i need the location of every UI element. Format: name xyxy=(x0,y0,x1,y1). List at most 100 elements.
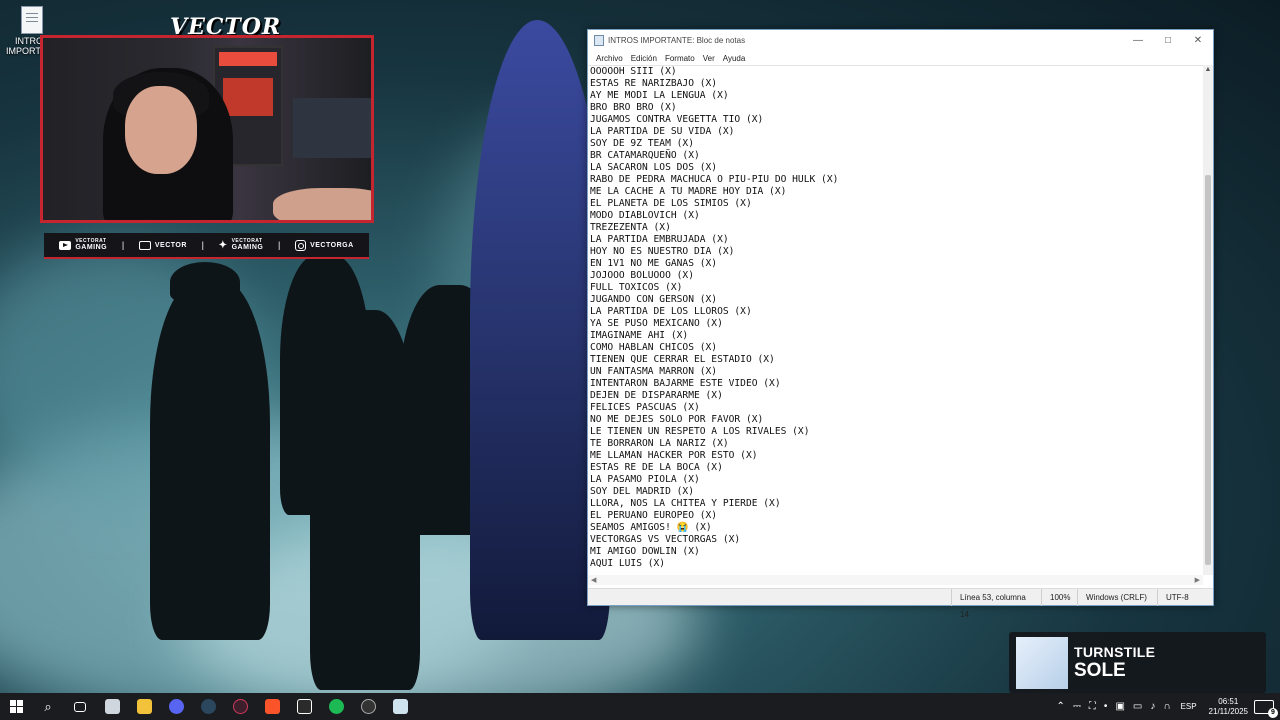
text-line: LA SACARON LOS DOS (X) xyxy=(590,162,718,173)
notepad-titlebar[interactable]: INTROS IMPORTANTE: Bloc de notas — □ ✕ xyxy=(588,30,1213,51)
taskbar-app-explorer[interactable] xyxy=(128,693,160,720)
text-line: BRO BRO BRO (X) xyxy=(590,102,677,113)
task-view-icon xyxy=(74,701,86,712)
taskbar: ⌕ ⌃ ⎓ ⛶ • ▣ ▭ ♪ ∩ ESP 06:51 21/11/2025 9 xyxy=(0,693,1280,720)
ubisoft-icon xyxy=(360,699,376,714)
network-icon[interactable]: ▭ xyxy=(1133,701,1142,712)
text-line: LA PASAMO PIOLA (X) xyxy=(590,474,700,485)
maximize-button[interactable]: □ xyxy=(1153,30,1183,51)
notification-center-button[interactable]: 9 xyxy=(1254,699,1278,718)
volume-mixer-icon[interactable]: ⛶ xyxy=(1089,701,1096,712)
text-line: SOY DE 9Z TEAM (X) xyxy=(590,138,694,149)
microphone-icon[interactable]: • xyxy=(1104,701,1108,712)
text-line: LE TIENEN UN RESPETO A LOS RIVALES (X) xyxy=(590,426,810,437)
text-line: FELICES PASCUAS (X) xyxy=(590,402,700,413)
language-indicator[interactable]: ESP xyxy=(1181,702,1197,711)
text-line: DEJEN DE DISPARARME (X) xyxy=(590,390,723,401)
social-instagram: VECTORGA xyxy=(295,239,354,251)
start-icon xyxy=(9,700,23,713)
text-line: IMAGINAME AHI (X) xyxy=(590,330,689,341)
album-art xyxy=(1016,636,1068,689)
spotify-icon xyxy=(328,699,344,714)
search-button[interactable]: ⌕ xyxy=(32,693,64,720)
taskbar-app-ubisoft[interactable] xyxy=(352,693,384,720)
text-line: LA PARTIDA DE LOS LLOROS (X) xyxy=(590,306,752,317)
webcam-frame xyxy=(40,35,374,223)
line-ending: Windows (CRLF) xyxy=(1077,588,1157,606)
text-line: BR CATAMARQUEÑO (X) xyxy=(590,150,700,161)
instagram-icon xyxy=(295,239,307,251)
text-line: VECTORGAS VS VECTORGAS (X) xyxy=(590,534,741,545)
folder-icon xyxy=(136,699,152,714)
menu-archivo[interactable]: Archivo xyxy=(596,54,623,63)
text-line: SOY DEL MADRID (X) xyxy=(590,486,694,497)
taskbar-app-discord[interactable] xyxy=(160,693,192,720)
scroll-thumb[interactable] xyxy=(1205,175,1211,565)
taskbar-app-epic[interactable] xyxy=(288,693,320,720)
now-playing-widget: TURNSTILE SOLE xyxy=(1009,632,1266,693)
text-line: JUGAMOS CONTRA VEGETTA TIO (X) xyxy=(590,114,764,125)
obs-icon xyxy=(232,699,248,714)
clock[interactable]: 06:51 21/11/2025 xyxy=(1209,697,1248,717)
usb-icon[interactable]: ⎓ xyxy=(1073,701,1081,712)
text-file-icon xyxy=(21,6,43,34)
menu-bar: Archivo Edición Formato Ver Ayuda xyxy=(588,51,1213,65)
notepad-window[interactable]: INTROS IMPORTANTE: Bloc de notas — □ ✕ A… xyxy=(587,29,1214,619)
taskbar-app-files[interactable] xyxy=(96,693,128,720)
menu-edicion[interactable]: Edición xyxy=(631,54,657,63)
text-line: JOJOOO BOLUOOO (X) xyxy=(590,270,694,281)
security-icon[interactable]: ▣ xyxy=(1115,701,1124,712)
social-twitter: ✦ VECTORAT GAMING xyxy=(218,238,264,252)
scroll-right-icon[interactable]: ▶ xyxy=(1195,576,1200,584)
menu-ver[interactable]: Ver xyxy=(703,54,715,63)
menu-formato[interactable]: Formato xyxy=(665,54,695,63)
text-line: SEAMOS AMIGOS! 😭 (X) xyxy=(590,522,712,533)
close-button[interactable]: ✕ xyxy=(1183,30,1213,51)
text-line: YA SE PUSO MEXICANO (X) xyxy=(590,318,723,329)
text-line: TIENEN QUE CERRAR EL ESTADIO (X) xyxy=(590,354,775,365)
menu-ayuda[interactable]: Ayuda xyxy=(723,54,746,63)
start-button[interactable] xyxy=(0,693,32,720)
horizontal-scrollbar[interactable]: ◀ ▶ xyxy=(588,575,1203,585)
taskbar-app-obs[interactable] xyxy=(224,693,256,720)
taskbar-app-spotify[interactable] xyxy=(320,693,352,720)
text-line: MI AMIGO DOWLIN (X) xyxy=(590,546,700,557)
text-line: ESTAS RE DE LA BOCA (X) xyxy=(590,462,723,473)
chevron-up-icon[interactable]: ⌃ xyxy=(1057,701,1065,712)
system-tray: ⌃ ⎓ ⛶ • ▣ ▭ ♪ ∩ ESP 06:51 21/11/2025 9 xyxy=(1053,693,1280,720)
notepad-icon xyxy=(392,699,408,714)
epic-games-icon xyxy=(296,699,312,714)
text-line: EL PERUANO EUROPEO (X) xyxy=(590,510,718,521)
task-view-button[interactable] xyxy=(64,693,96,720)
text-line: OOOOOH SIII (X) xyxy=(590,66,677,77)
search-icon: ⌕ xyxy=(44,698,52,714)
volume-icon[interactable]: ♪ xyxy=(1150,701,1155,712)
text-line: ME LLAMAN HACKER POR ESTO (X) xyxy=(590,450,758,461)
text-line: ESTAS RE NARIZBAJO (X) xyxy=(590,78,718,89)
text-editor-area[interactable]: OOOOOH SIII (X) ESTAS RE NARIZBAJO (X) AY … xyxy=(588,65,1203,585)
vertical-scrollbar[interactable]: ▲ xyxy=(1203,65,1213,575)
taskbar-app-notepad[interactable] xyxy=(384,693,416,720)
scroll-up-icon[interactable]: ▲ xyxy=(1203,65,1213,75)
text-line: ME LA CACHE A TU MADRE HOY DIA (X) xyxy=(590,186,787,197)
twitter-icon: ✦ xyxy=(218,239,228,251)
minimize-button[interactable]: — xyxy=(1123,30,1153,51)
text-line: FULL TOXICOS (X) xyxy=(590,282,683,293)
text-line: COMO HABLAN CHICOS (X) xyxy=(590,342,718,353)
zoom-level: 100% xyxy=(1041,588,1077,606)
twitch-icon xyxy=(138,240,151,250)
encoding: UTF-8 xyxy=(1157,588,1213,606)
text-line: JUGANDO CON GERSON (X) xyxy=(590,294,718,305)
text-line: INTENTARON BAJARME ESTE VIDEO (X) xyxy=(590,378,781,389)
taskbar-app-brave[interactable] xyxy=(256,693,288,720)
taskbar-app-steam[interactable] xyxy=(192,693,224,720)
notification-count: 9 xyxy=(1268,707,1278,718)
text-line: TREZEZENTA (X) xyxy=(590,222,671,233)
text-line: MODO DIABLOVICH (X) xyxy=(590,210,700,221)
social-twitch: VECTOR xyxy=(138,240,187,250)
social-youtube: VECTORAT GAMING xyxy=(59,239,107,251)
headset-icon[interactable]: ∩ xyxy=(1163,701,1170,712)
text-line: LA PARTIDA EMBRUJADA (X) xyxy=(590,234,729,245)
text-line: UN FANTASMA MARRON (X) xyxy=(590,366,718,377)
scroll-left-icon[interactable]: ◀ xyxy=(591,576,596,584)
